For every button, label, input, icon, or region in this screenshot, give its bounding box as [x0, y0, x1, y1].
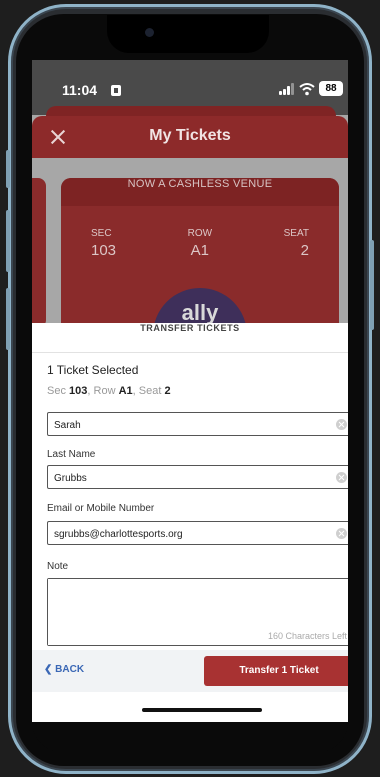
- summary-sec-label: Sec: [47, 385, 66, 397]
- battery-icon: 88: [319, 81, 343, 96]
- first-name-field[interactable]: [47, 412, 348, 437]
- row-info: ROW A1: [188, 228, 212, 259]
- summary-row-label: Row: [93, 385, 116, 397]
- section-label: SEC: [91, 228, 112, 239]
- page-title: My Tickets: [149, 127, 231, 144]
- back-label: BACK: [55, 664, 85, 675]
- contact-field[interactable]: [47, 521, 348, 546]
- home-indicator: [142, 708, 262, 712]
- summary-seat-value: 2: [164, 385, 171, 397]
- contact-label: Email or Mobile Number: [47, 503, 155, 514]
- char-count: 160 Characters Left: [267, 631, 347, 641]
- row-value: A1: [190, 242, 209, 259]
- last-name-input[interactable]: [48, 467, 318, 490]
- contact-input[interactable]: [48, 523, 318, 546]
- venue-banner: NOW A CASHLESS VENUE: [61, 178, 339, 206]
- seat-info: SEC 103 ROW A1 SEAT 2: [61, 206, 339, 259]
- power-button: [370, 240, 374, 330]
- notch: [107, 15, 269, 53]
- back-button[interactable]: ❮ BACK: [44, 664, 84, 675]
- clear-icon[interactable]: [336, 419, 347, 430]
- wifi-icon: [299, 83, 315, 96]
- summary-seat-label: Seat: [138, 385, 162, 397]
- seat-info-col: SEAT 2: [284, 228, 309, 259]
- sheet-footer: ❮ BACK Transfer 1 Ticket: [32, 650, 348, 692]
- screen: 11:04 88 My Tickets NOW A CASHLESS VENUE…: [32, 60, 348, 722]
- clear-icon[interactable]: [336, 528, 347, 539]
- note-label: Note: [47, 561, 69, 572]
- header-bar: My Tickets: [32, 116, 348, 158]
- section-info: SEC 103: [91, 228, 116, 259]
- section-value: 103: [91, 242, 117, 259]
- status-time: 11:04: [62, 82, 98, 98]
- sheet-title: TRANSFER TICKETS: [32, 323, 348, 353]
- row-label: ROW: [187, 228, 213, 239]
- seat-value: 2: [300, 242, 309, 259]
- seat-summary: Sec 103, Row A1, Seat 2: [47, 385, 171, 397]
- volume-down-button: [6, 288, 10, 350]
- chevron-left-icon: ❮: [44, 664, 53, 675]
- last-name-label: Last Name: [47, 449, 96, 460]
- transfer-button[interactable]: Transfer 1 Ticket: [204, 656, 348, 686]
- bottom-bezel: [32, 722, 348, 752]
- side-button: [6, 150, 10, 188]
- summary-row-value: A1: [118, 385, 133, 397]
- last-name-field[interactable]: [47, 465, 348, 490]
- phone-mockup: 11:04 88 My Tickets NOW A CASHLESS VENUE…: [0, 0, 380, 777]
- note-field[interactable]: 160 Characters Left: [47, 578, 348, 646]
- selected-count: 1 Ticket Selected: [47, 363, 139, 377]
- seat-label: SEAT: [283, 228, 309, 239]
- camera-icon: [145, 28, 154, 37]
- previous-ticket-peek[interactable]: [32, 178, 46, 328]
- sim-icon: [111, 85, 121, 96]
- clear-icon[interactable]: [336, 472, 347, 483]
- first-name-input[interactable]: [48, 414, 318, 437]
- volume-up-button: [6, 210, 10, 272]
- summary-sec-value: 103: [69, 385, 88, 397]
- signal-icon: [279, 83, 297, 95]
